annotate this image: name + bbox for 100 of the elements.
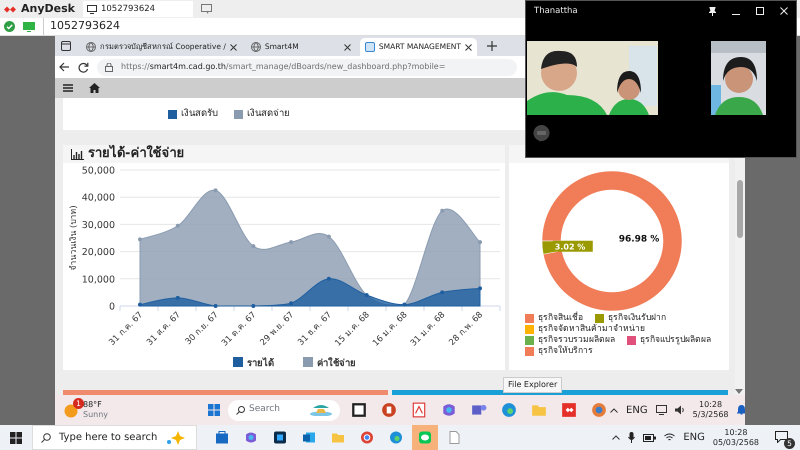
weather-label: Sunny [83, 410, 108, 420]
presentation-app-icon[interactable] [381, 402, 398, 418]
data-label: 3.02 % [554, 242, 586, 252]
chat-logo-icon [533, 125, 550, 142]
legend-label: เงินสดจ่าย [247, 106, 290, 121]
legend-swatch [233, 357, 243, 367]
data-point [478, 240, 482, 244]
speaker-icon[interactable] [674, 405, 685, 415]
pdf-app-icon[interactable] [411, 402, 428, 418]
legend-label: รายได้ [247, 358, 274, 369]
connected-check-icon [4, 21, 15, 32]
reload-icon[interactable] [78, 62, 89, 72]
globe-icon [250, 42, 261, 52]
url-field[interactable]: https://smart4m.cad.go.th/smart_manage/dBoards/new_dashboard.php?mobile= [97, 58, 517, 76]
data-point [478, 286, 482, 290]
address-field[interactable]: 1052793624 [43, 18, 120, 35]
data-point [326, 234, 331, 239]
temperature-label: 88°F [83, 400, 103, 410]
language-indicator[interactable]: ENG [626, 402, 648, 418]
remote-desktop-icon[interactable] [561, 402, 578, 418]
legend-swatch [303, 357, 313, 367]
menu-icon[interactable] [63, 84, 73, 92]
assistant-app-icon[interactable] [441, 402, 458, 418]
data-point [440, 208, 444, 213]
panel-title: รายได้-ค่าใช้จ่าย [88, 144, 184, 164]
beach-icon [310, 404, 332, 416]
back-icon[interactable] [59, 62, 70, 72]
data-point [251, 244, 256, 248]
caret-up-icon[interactable] [610, 408, 618, 412]
battery-icon[interactable] [643, 434, 656, 442]
session-tab[interactable]: 1052793624 [82, 1, 193, 17]
data-point [138, 302, 142, 307]
home-icon[interactable] [89, 83, 100, 93]
caller-name: Thanattha [534, 4, 579, 18]
app-name: AnyDesk [21, 0, 75, 17]
globe-icon [86, 42, 96, 52]
data-label: 96.98 % [618, 234, 660, 244]
data-point [214, 304, 218, 308]
data-point [138, 237, 142, 242]
tick-label: 40,000 [82, 192, 115, 204]
data-label: 3.02 % [552, 240, 593, 252]
tick-label: 10,000 [82, 274, 115, 286]
legend-label: ธุรกิจให้บริการ [538, 346, 593, 357]
close-icon[interactable] [230, 44, 237, 50]
bell-icon[interactable] [736, 405, 746, 415]
category-label: 29 พ.ย. 67 [258, 310, 296, 348]
legend-label: ธุรกิจสินเชื่อ [538, 313, 583, 324]
task-view-icon[interactable] [351, 402, 368, 418]
sun-icon [63, 402, 79, 418]
legend-label: เงินสดรับ [181, 106, 218, 121]
tick-label: 30,000 [82, 220, 115, 231]
start-icon[interactable] [208, 404, 220, 416]
tick-label: 20,000 [82, 247, 115, 258]
legend-label: ธุรกิจรวบรวมผลิตผล [538, 335, 615, 345]
clock[interactable]: 10:28 05/03/2568 [712, 428, 759, 448]
microphone-icon[interactable] [628, 432, 636, 443]
legend-label: ธุรกิจแปรรูปผลิตผล [640, 335, 711, 346]
maximize-icon[interactable] [756, 7, 764, 15]
remote-screen-icon [23, 22, 35, 32]
category-label: 15 ม.ค. 68 [333, 310, 372, 349]
legend-label: ค่าใช้จ่าย [317, 358, 356, 369]
page-icon [364, 42, 375, 52]
network-icon[interactable] [656, 405, 667, 415]
tick-label: 50,000 [82, 166, 115, 176]
tick-label: 0 [108, 302, 115, 312]
legend-label: ธุรกิจจัดหาสินค้ามาจำหน่าย [538, 324, 645, 335]
notifications-icon[interactable] [775, 431, 788, 444]
start-icon[interactable] [10, 432, 22, 444]
search-field[interactable]: Type here to search [32, 425, 197, 450]
monitor-icon [86, 4, 97, 14]
search-field[interactable]: Search [228, 400, 340, 420]
browser-icon[interactable] [501, 402, 518, 418]
language-indicator[interactable]: ENG [683, 430, 705, 445]
caret-up-icon[interactable] [612, 435, 620, 440]
legend-label: ธุรกิจเงินรับฝาก [608, 313, 666, 324]
new-session-icon[interactable] [200, 4, 212, 14]
category-label: 28 ก.พ. 68 [447, 310, 486, 348]
close-icon[interactable] [465, 44, 472, 50]
tooltip: File Explorer [503, 377, 562, 393]
search-icon [236, 406, 246, 414]
data-point [326, 276, 331, 281]
data-point [289, 240, 294, 244]
data-point [176, 296, 180, 300]
data-point [289, 301, 294, 306]
tab-actions-icon[interactable] [61, 41, 71, 51]
close-icon[interactable] [344, 44, 351, 50]
search-icon [41, 432, 51, 442]
wifi-icon[interactable] [664, 433, 676, 442]
new-tab-icon[interactable] [487, 41, 497, 51]
lock-icon [105, 62, 113, 72]
category-label: 30 ก.ย. 67 [184, 310, 221, 348]
category-label: 31 ส.ค. 67 [145, 310, 183, 348]
globe-app-icon[interactable] [591, 402, 608, 418]
data-point [176, 224, 180, 228]
clock[interactable]: 10:28 5/3/2568 [692, 400, 729, 420]
pin-icon[interactable] [709, 6, 716, 16]
scrollbar-thumb[interactable] [737, 180, 743, 238]
data-point [214, 188, 218, 192]
category-label: 31 ก.ค. 67 [107, 310, 146, 348]
bar-chart-icon [71, 148, 84, 160]
